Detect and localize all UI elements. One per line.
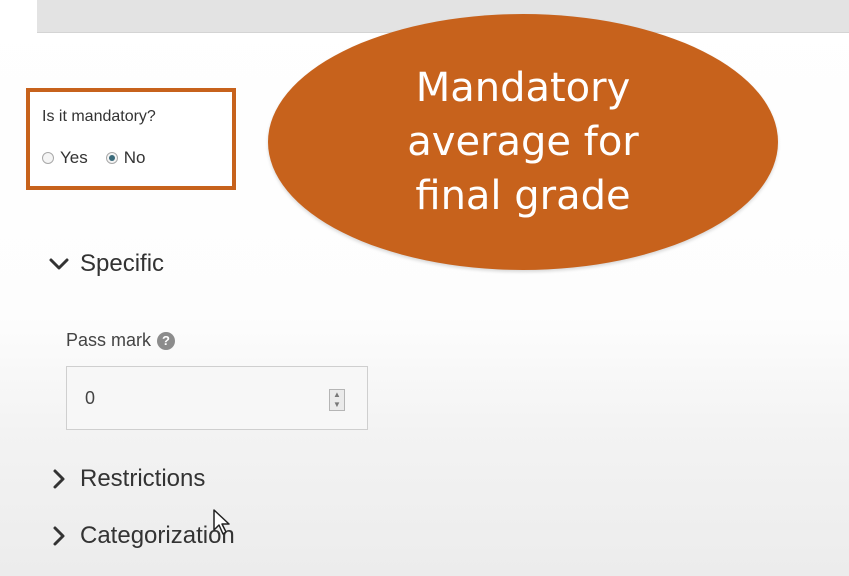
section-restrictions-label: Restrictions: [80, 465, 206, 492]
radio-no[interactable]: [105, 152, 118, 164]
quantity-stepper[interactable]: ▲ ▼: [329, 389, 345, 411]
pass-mark-label-row: Pass mark ?: [66, 330, 176, 351]
callout-text: Mandatory average for final grade: [373, 61, 673, 223]
radio-yes-label[interactable]: Yes: [60, 148, 88, 168]
callout-line-2: average for: [407, 119, 639, 165]
callout-annotation: Mandatory average for final grade: [268, 14, 778, 270]
callout-line-1: Mandatory: [415, 65, 631, 111]
chevron-right-icon: [53, 469, 65, 489]
form-content-area: Is it mandatory? Yes No Mandatory averag…: [0, 0, 849, 576]
section-specific-header[interactable]: Specific: [48, 250, 164, 278]
mandatory-radio-group: Yes No: [42, 148, 157, 168]
section-restrictions-header[interactable]: Restrictions: [48, 465, 205, 493]
stepper-up-icon[interactable]: ▲: [330, 390, 344, 400]
callout-line-3: final grade: [415, 173, 631, 219]
question-circle-icon[interactable]: ?: [157, 331, 176, 350]
mouse-pointer-icon: [213, 509, 230, 535]
pass-mark-label: Pass mark: [66, 330, 152, 350]
radio-yes[interactable]: [42, 152, 54, 164]
pass-mark-input[interactable]: [83, 387, 287, 410]
radio-no-label[interactable]: No: [124, 148, 146, 168]
mandatory-question-label: Is it mandatory?: [42, 108, 156, 125]
section-categorization-header[interactable]: Categorization: [48, 522, 235, 550]
mandatory-highlight-box: Is it mandatory? Yes No: [26, 88, 236, 190]
chevron-right-icon: [53, 526, 65, 546]
pass-mark-field[interactable]: ▲ ▼: [66, 366, 368, 430]
stepper-down-icon[interactable]: ▼: [330, 400, 344, 410]
chevron-down-icon: [49, 258, 69, 270]
section-specific-label: Specific: [80, 250, 165, 277]
